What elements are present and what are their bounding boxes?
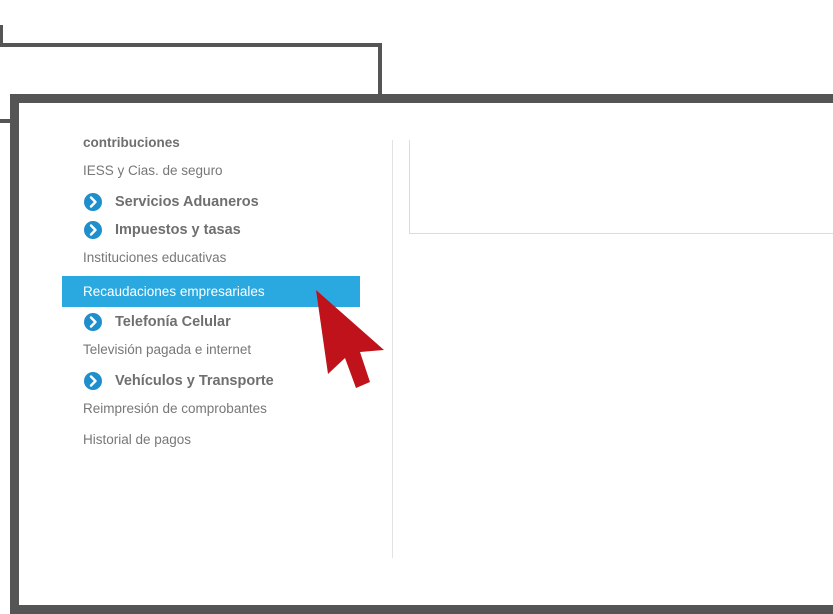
sidebar-item-contribuciones[interactable]: contribuciones: [62, 132, 360, 154]
content-panel: [409, 140, 833, 234]
sidebar-divider: [392, 140, 393, 558]
chevron-right-circle-icon: [84, 372, 102, 390]
chevron-right-circle-icon: [84, 193, 102, 211]
sidebar-item-label: Recaudaciones empresariales: [83, 284, 265, 299]
sidebar-item-historial-pagos[interactable]: Historial de pagos: [62, 429, 360, 451]
sidebar-item-label: Reimpresión de comprobantes: [83, 401, 267, 416]
sidebar-item-iess[interactable]: IESS y Cias. de seguro: [62, 160, 360, 182]
sidebar-item-label: Instituciones educativas: [83, 250, 227, 265]
sidebar-item-label: IESS y Cias. de seguro: [83, 163, 223, 178]
sidebar-category-servicios-aduaneros[interactable]: Servicios Aduaneros: [62, 191, 360, 213]
sidebar-item-label: contribuciones: [83, 135, 180, 150]
sidebar-item-label: Televisión pagada e internet: [83, 342, 252, 357]
chevron-right-circle-icon: [84, 313, 102, 331]
sidebar-category-impuestos-y-tasas[interactable]: Impuestos y tasas: [62, 219, 360, 241]
sidebar-item-instituciones-educativas[interactable]: Instituciones educativas: [62, 247, 360, 269]
chevron-right-circle-icon: [84, 221, 102, 239]
red-pointer-arrow-icon: [312, 288, 388, 403]
sidebar-item-label: Historial de pagos: [83, 432, 192, 447]
